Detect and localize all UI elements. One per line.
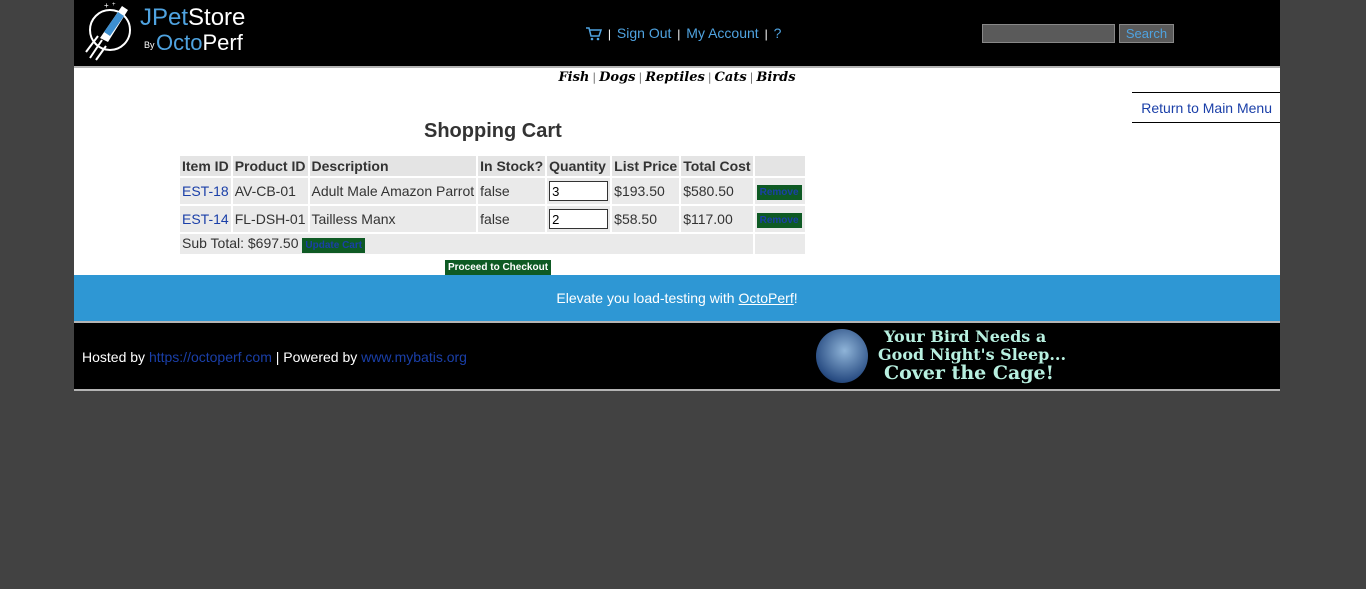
remove-button[interactable]: Remove: [756, 213, 802, 228]
total-cost-cell: $580.50: [681, 178, 753, 204]
in-stock-cell: false: [478, 178, 546, 204]
quick-links: Fish | Dogs | Reptiles | Cats | Birds: [74, 68, 1280, 92]
logo-octoperf-text: OctoPerf: [156, 30, 243, 55]
footer-credits: Hosted by https://octoperf.com | Powered…: [82, 349, 467, 365]
ad-line: Your Bird Needs a: [884, 327, 1047, 346]
svg-text:+: +: [112, 2, 116, 8]
quick-separator: |: [638, 71, 643, 84]
quick-separator: |: [592, 71, 597, 84]
column-header: In Stock?: [478, 156, 546, 176]
octoperf-link[interactable]: OctoPerf: [738, 290, 793, 306]
top-menu: | Sign Out | My Account | ?: [586, 25, 781, 41]
column-header: Total Cost: [681, 156, 753, 176]
search-form: Search: [982, 24, 1175, 43]
header: + + JPetStore By OctoPerf | Sign Out | M…: [74, 0, 1280, 68]
parrot-icon: [816, 329, 868, 383]
description-cell: Adult Male Amazon Parrot: [309, 178, 477, 204]
menu-separator: |: [764, 27, 768, 41]
remove-button[interactable]: Remove: [756, 185, 802, 200]
quick-link-reptiles[interactable]: Reptiles: [645, 70, 705, 85]
return-menu-box: Return to Main Menu: [1132, 92, 1280, 123]
list-price-cell: $58.50: [612, 206, 680, 232]
logo-jpetstore-text: JPetStore: [140, 4, 246, 31]
bird-ad-banner[interactable]: Your Bird Needs a Good Night's Sleep... …: [814, 325, 1074, 387]
hosted-by-text: Hosted by: [82, 349, 149, 365]
quick-separator: |: [707, 71, 712, 84]
powered-by-text: | Powered by: [271, 349, 362, 365]
total-cost-cell: $117.00: [681, 206, 753, 232]
list-price-cell: $193.50: [612, 178, 680, 204]
search-input[interactable]: [982, 24, 1115, 43]
sign-out-link[interactable]: Sign Out: [617, 25, 671, 41]
table-row: EST-14 FL-DSH-01 Tailless Manx false $58…: [180, 206, 805, 232]
return-to-main-menu-link[interactable]: Return to Main Menu: [1141, 100, 1272, 116]
quantity-input[interactable]: [549, 181, 609, 201]
column-header: [754, 156, 805, 176]
quick-separator: |: [749, 71, 754, 84]
item-id-link[interactable]: EST-14: [182, 211, 229, 227]
quick-link-cats[interactable]: Cats: [715, 70, 747, 85]
menu-separator: |: [677, 27, 681, 41]
subtotal-row: Sub Total: $697.50 Update Cart: [180, 234, 805, 254]
search-button[interactable]: Search: [1118, 24, 1175, 43]
banner-text: Elevate you load-testing with: [556, 290, 739, 306]
page-title: Shopping Cart: [424, 120, 562, 142]
table-row: EST-18 AV-CB-01 Adult Male Amazon Parrot…: [180, 178, 805, 204]
page-container: + + JPetStore By OctoPerf | Sign Out | M…: [74, 0, 1280, 391]
in-stock-cell: false: [478, 206, 546, 232]
column-header: List Price: [612, 156, 680, 176]
footer: Hosted by https://octoperf.com | Powered…: [74, 321, 1280, 391]
quick-link-dogs[interactable]: Dogs: [599, 70, 635, 85]
logo-by-text: By: [144, 40, 155, 50]
promo-banner: Elevate you load-testing with OctoPerf!: [74, 275, 1280, 321]
quick-link-birds[interactable]: Birds: [756, 70, 795, 85]
cart-icon[interactable]: [586, 27, 603, 41]
menu-separator: |: [607, 27, 612, 41]
svg-text:+: +: [104, 1, 109, 10]
jpetstore-logo[interactable]: + + JPetStore By OctoPerf: [82, 0, 262, 62]
my-account-link[interactable]: My Account: [686, 25, 758, 41]
rocket-icon: + +: [85, 1, 131, 61]
banner-end: !: [793, 290, 798, 306]
column-header: Product ID: [232, 156, 308, 176]
empty-cell: [754, 234, 805, 254]
column-header: Description: [309, 156, 477, 176]
powered-link[interactable]: www.mybatis.org: [361, 349, 467, 365]
proceed-to-checkout-button[interactable]: Proceed to Checkout: [445, 260, 552, 275]
update-cart-button[interactable]: Update Cart: [302, 238, 366, 253]
description-cell: Tailless Manx: [309, 206, 477, 232]
item-id-link[interactable]: EST-18: [182, 183, 229, 199]
column-header: Quantity: [547, 156, 611, 176]
quick-link-fish[interactable]: Fish: [558, 70, 589, 85]
hosted-link[interactable]: https://octoperf.com: [149, 349, 272, 365]
product-id-cell: AV-CB-01: [232, 178, 308, 204]
table-header-row: Item ID Product ID Description In Stock?…: [180, 156, 805, 176]
column-header: Item ID: [180, 156, 231, 176]
subtotal-text: Sub Total: $697.50: [182, 235, 299, 251]
product-id-cell: FL-DSH-01: [232, 206, 308, 232]
main-content: Return to Main Menu Shopping Cart Item I…: [74, 92, 1280, 275]
cart-table: Item ID Product ID Description In Stock?…: [178, 154, 807, 256]
help-link[interactable]: ?: [774, 25, 782, 41]
quantity-input[interactable]: [549, 209, 609, 229]
ad-line: Cover the Cage!: [884, 362, 1054, 384]
